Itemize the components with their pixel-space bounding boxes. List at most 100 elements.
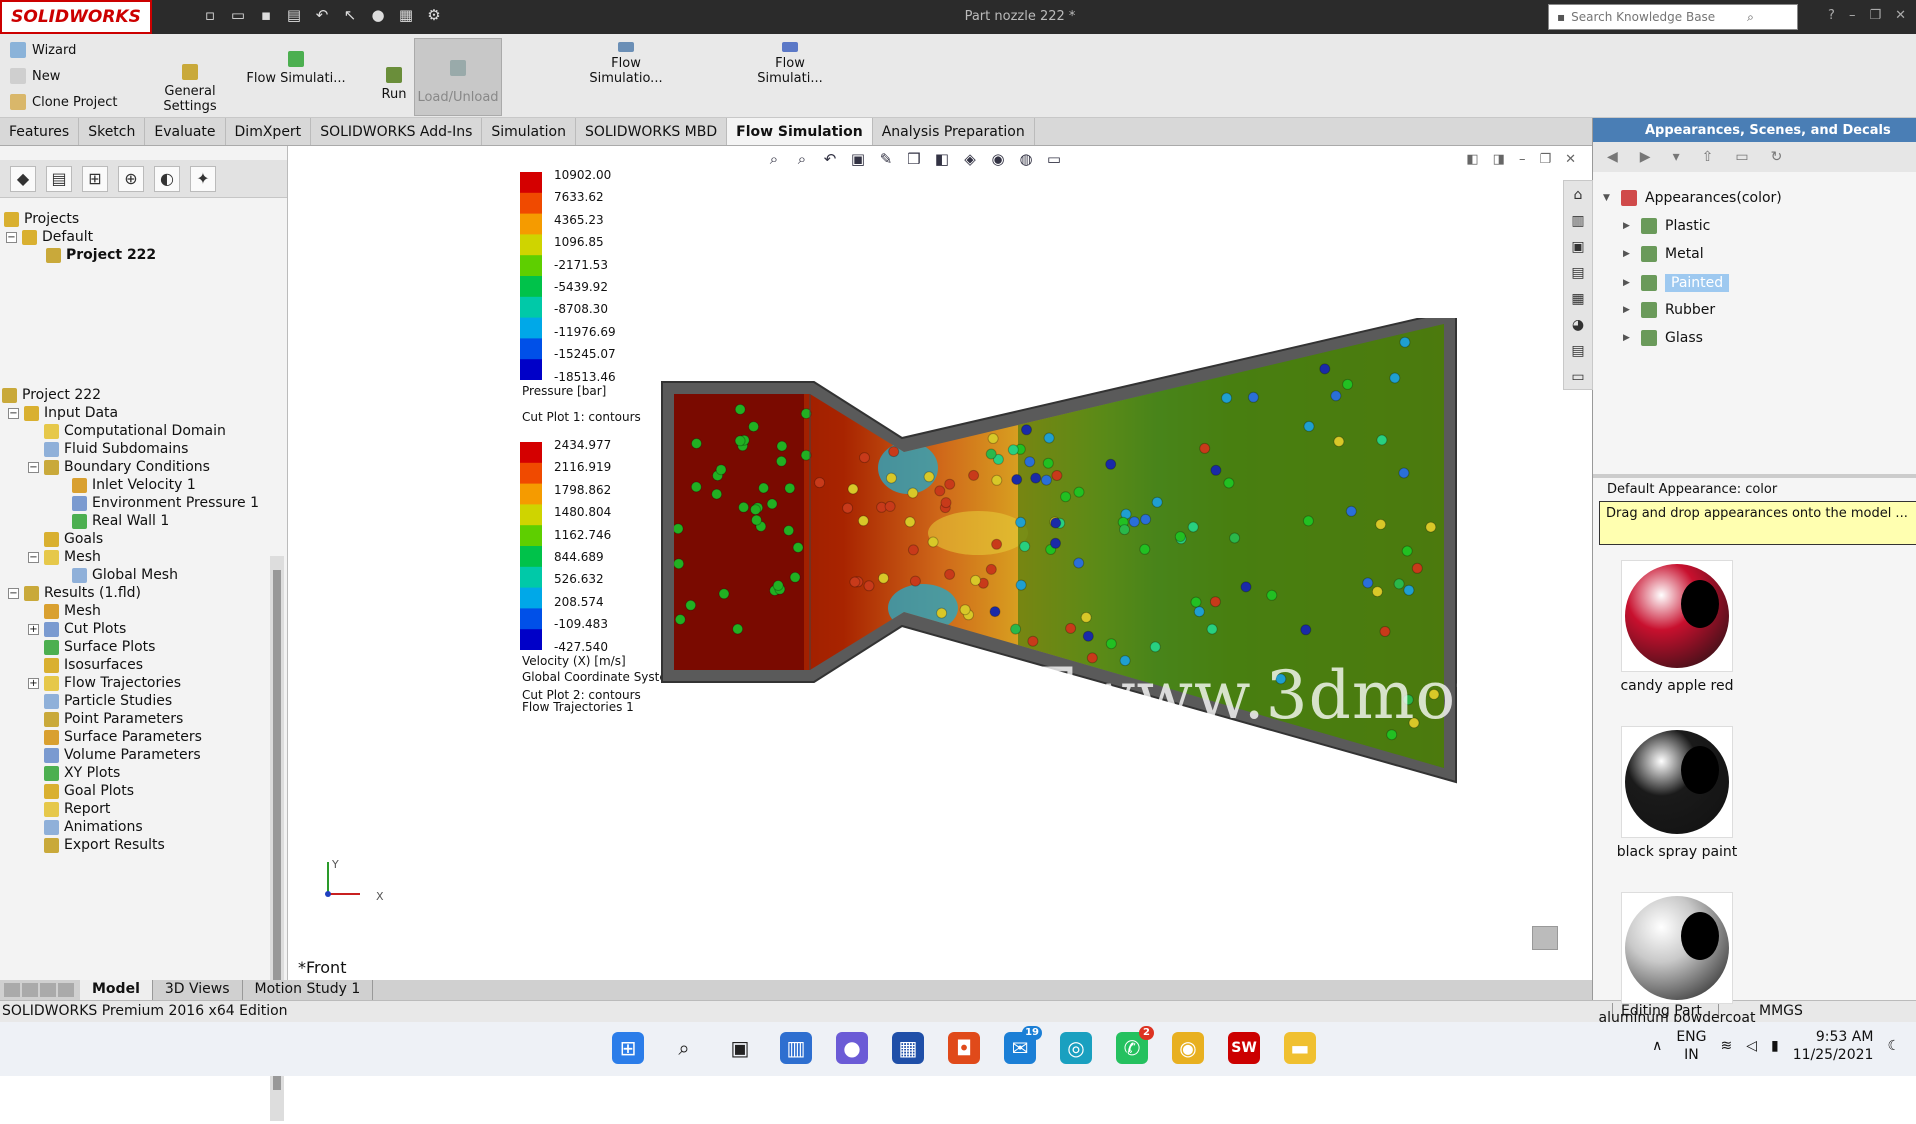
- feature-tree-icon[interactable]: ◆: [10, 165, 36, 192]
- flow-simulation-dropdown-1[interactable]: Flow Simulati...: [246, 42, 346, 86]
- appearance-category-glass[interactable]: ▶ Glass: [1623, 330, 1703, 346]
- appearances-root[interactable]: ▼ Appearances(color): [1603, 190, 1782, 206]
- viewport-restore-icon[interactable]: ❐: [1539, 152, 1551, 167]
- last-tab-icon[interactable]: [58, 983, 74, 997]
- tree-item-export-results[interactable]: Export Results: [28, 834, 165, 856]
- search-input[interactable]: [1571, 10, 1742, 24]
- property-manager-icon[interactable]: ▤: [46, 165, 72, 192]
- expand-icon[interactable]: ▶: [1623, 221, 1633, 231]
- expand-toggle-icon[interactable]: +: [28, 623, 39, 635]
- whatsapp-icon[interactable]: ✆ 2: [1116, 1026, 1154, 1064]
- mail-icon[interactable]: ✉ 19: [1004, 1026, 1042, 1064]
- task-view-icon[interactable]: ▣: [724, 1032, 756, 1064]
- design-library-icon[interactable]: ▣: [1568, 239, 1588, 259]
- forward-icon[interactable]: ▶: [1640, 149, 1651, 165]
- file-properties-icon[interactable]: ▦: [396, 6, 416, 26]
- save-icon[interactable]: ▪: [256, 6, 276, 26]
- appearance-swatch-aluminum-powdercoat[interactable]: [1621, 892, 1733, 1004]
- forum-icon[interactable]: ▭: [1568, 369, 1588, 389]
- graphics-viewport[interactable]: ⌕ ⌕ ↶ ▣ ✎ ❒ ◧ ◈ ◉ ◍ ▭ ◧ ◨ – ❐ ✕ 10902.00…: [288, 146, 1658, 980]
- expand-icon[interactable]: ▶: [1623, 249, 1633, 259]
- dimxpert-icon[interactable]: ⊕: [118, 165, 144, 192]
- store-icon[interactable]: ▦: [892, 1032, 924, 1064]
- appearance-swatch-candy-apple-red[interactable]: [1621, 560, 1733, 672]
- options-gear-icon[interactable]: ⚙: [424, 6, 444, 26]
- volume-icon[interactable]: ◁: [1746, 1038, 1757, 1054]
- expand-icon[interactable]: ▶: [1623, 305, 1633, 315]
- flow-simulation-dropdown-2[interactable]: Flow Simulatio...: [576, 42, 676, 86]
- tab-solidworks-add-ins[interactable]: SOLIDWORKS Add-Ins: [311, 118, 483, 145]
- expand-toggle-icon[interactable]: +: [28, 677, 39, 689]
- hide-show-icon[interactable]: ◈: [959, 150, 981, 172]
- rebuild-icon[interactable]: ●: [368, 6, 388, 26]
- appearances-icon[interactable]: ◕: [1568, 317, 1588, 337]
- general-settings-button[interactable]: General Settings: [160, 42, 220, 114]
- select-icon[interactable]: ↖: [340, 6, 360, 26]
- appearance-category-rubber[interactable]: ▶ Rubber: [1623, 302, 1715, 318]
- first-tab-icon[interactable]: [4, 983, 20, 997]
- expand-icon[interactable]: ▶: [1623, 333, 1633, 343]
- viewport-close-icon[interactable]: ✕: [1565, 152, 1576, 167]
- flow-simulation-dropdown-3[interactable]: Flow Simulati...: [742, 42, 838, 86]
- file-explorer-icon[interactable]: ▤: [1568, 265, 1588, 285]
- flow-analysis-tree-icon[interactable]: ✦: [190, 165, 216, 192]
- view-palette-icon[interactable]: ▦: [1568, 291, 1588, 311]
- tab-solidworks-mbd[interactable]: SOLIDWORKS MBD: [576, 118, 728, 145]
- appearance-category-metal[interactable]: ▶ Metal: [1623, 246, 1704, 262]
- dropdown-icon[interactable]: ▾: [1673, 149, 1680, 165]
- new-project-button[interactable]: New: [10, 68, 60, 84]
- office-icon[interactable]: ◘: [948, 1032, 980, 1064]
- custom-properties-icon[interactable]: ▤: [1568, 343, 1588, 363]
- new-folder-icon[interactable]: ▭: [1735, 149, 1748, 165]
- solidworks-taskbar-icon[interactable]: SW: [1228, 1032, 1260, 1064]
- tab-flow-simulation[interactable]: Flow Simulation: [727, 118, 873, 145]
- windows-start-icon[interactable]: ⊞: [612, 1032, 644, 1064]
- tab-evaluate[interactable]: Evaluate: [145, 118, 226, 145]
- dynamic-annotation-icon[interactable]: ✎: [875, 150, 897, 172]
- panel-splitter[interactable]: [1593, 474, 1916, 478]
- zoom-area-icon[interactable]: ⌕: [791, 150, 813, 172]
- wifi-icon[interactable]: ≋: [1721, 1038, 1733, 1054]
- help-icon[interactable]: ?: [1828, 8, 1835, 23]
- tab-analysis-preparation[interactable]: Analysis Preparation: [873, 118, 1035, 145]
- home-icon[interactable]: ⌂: [1568, 187, 1588, 207]
- expand-toggle-icon[interactable]: −: [28, 461, 39, 473]
- solidworks-logo[interactable]: SOLIDWORKS: [0, 0, 152, 34]
- tab-features[interactable]: Features: [0, 118, 80, 145]
- edge-icon[interactable]: ◎: [1060, 1032, 1092, 1064]
- project-item[interactable]: Project 222: [46, 244, 156, 266]
- restore-icon[interactable]: ❐: [1869, 8, 1881, 23]
- clone-project-button[interactable]: Clone Project: [10, 94, 118, 110]
- print-icon[interactable]: ▤: [284, 6, 304, 26]
- view-settings-icon[interactable]: ▭: [1043, 150, 1065, 172]
- search-icon[interactable]: ⌕: [668, 1032, 700, 1064]
- new-document-icon[interactable]: ▫: [200, 6, 220, 26]
- up-folder-icon[interactable]: ⇧: [1702, 149, 1714, 165]
- expand-toggle-icon[interactable]: −: [28, 551, 39, 563]
- appearance-swatch-black-spray-paint[interactable]: [1621, 726, 1733, 838]
- section-view-icon[interactable]: ▣: [847, 150, 869, 172]
- split-right-icon[interactable]: ◨: [1493, 152, 1505, 167]
- display-style-icon[interactable]: ◧: [931, 150, 953, 172]
- split-left-icon[interactable]: ◧: [1466, 152, 1478, 167]
- open-icon[interactable]: ▭: [228, 6, 248, 26]
- prev-tab-icon[interactable]: [22, 983, 38, 997]
- load-unload-button[interactable]: Load/Unload: [414, 38, 502, 116]
- run-button[interactable]: Run: [376, 42, 412, 102]
- refresh-icon[interactable]: ↻: [1771, 149, 1783, 165]
- viewport-corner-button[interactable]: [1532, 926, 1558, 950]
- resources-icon[interactable]: ▥: [1568, 213, 1588, 233]
- appearance-category-painted[interactable]: ▶ Painted: [1623, 274, 1730, 292]
- apply-scene-icon[interactable]: ◍: [1015, 150, 1037, 172]
- clock[interactable]: 9:53 AM 11/25/2021: [1793, 1028, 1874, 1064]
- chrome-icon[interactable]: ◉: [1172, 1032, 1204, 1064]
- widgets-icon[interactable]: ▥: [780, 1032, 812, 1064]
- chat-icon[interactable]: ●: [836, 1032, 868, 1064]
- notifications-icon[interactable]: ☾: [1887, 1038, 1900, 1054]
- appearance-category-plastic[interactable]: ▶ Plastic: [1623, 218, 1710, 234]
- tab-dimxpert[interactable]: DimXpert: [226, 118, 312, 145]
- language-indicator[interactable]: ENG IN: [1676, 1028, 1706, 1064]
- display-manager-icon[interactable]: ◐: [154, 165, 180, 192]
- tab-model[interactable]: Model: [80, 980, 153, 1000]
- tab-sketch[interactable]: Sketch: [79, 118, 146, 145]
